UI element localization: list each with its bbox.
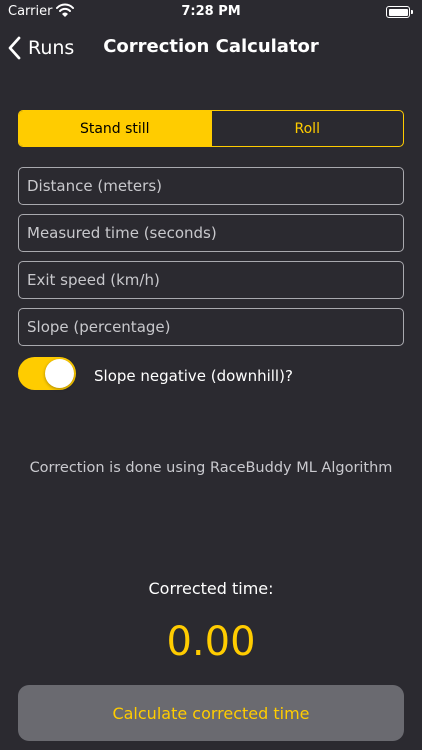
algorithm-note: Correction is done using RaceBuddy ML Al…: [29, 460, 393, 476]
corrected-time-label: Corrected time:: [148, 579, 274, 598]
mode-segmented-control: Stand still Roll: [18, 110, 404, 147]
navigation-bar: Runs Correction Calculator: [0, 26, 422, 70]
measured-time-input[interactable]: [18, 214, 404, 252]
calculate-button[interactable]: Calculate corrected time: [18, 685, 404, 741]
segment-stand-still[interactable]: Stand still: [19, 111, 211, 146]
slope-input[interactable]: [18, 308, 404, 346]
status-bar: Carrier 7:28 PM: [0, 0, 422, 26]
corrected-time-value: 0.00: [166, 619, 256, 665]
distance-input[interactable]: [18, 167, 404, 205]
battery-icon: [386, 6, 413, 18]
page-title: Correction Calculator: [103, 36, 319, 57]
slope-negative-label: Slope negative (downhill)?: [94, 367, 293, 385]
exit-speed-input[interactable]: [18, 261, 404, 299]
segment-roll[interactable]: Roll: [210, 111, 404, 146]
slope-negative-toggle[interactable]: [18, 357, 76, 390]
status-time: 7:28 PM: [181, 4, 241, 19]
toggle-knob: [45, 359, 74, 388]
